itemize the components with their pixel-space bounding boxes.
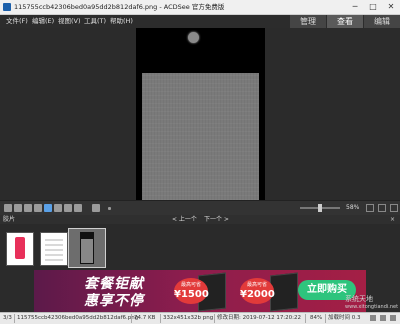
fullscreen-icon[interactable] <box>390 204 398 212</box>
menu-tools[interactable]: 工具(T) <box>84 15 106 28</box>
tab-edit[interactable]: 编辑 <box>364 15 400 28</box>
status-divider <box>14 314 15 323</box>
actual-size-icon[interactable] <box>378 204 386 212</box>
select-icon[interactable] <box>54 204 62 212</box>
status-filesize: 74.7 KB <box>134 315 156 321</box>
thumbnail-1-image <box>15 237 25 259</box>
hand-tool-icon[interactable] <box>44 204 52 212</box>
status-bar: 3/3 115755ccb42306bed0a95dd2b812daf6.png… <box>0 312 400 324</box>
displayed-image <box>136 28 265 200</box>
status-load-time: 加载时间 0.3 <box>328 315 361 321</box>
status-divider <box>160 314 161 323</box>
more-dot-icon[interactable] <box>108 207 111 210</box>
status-icon-1[interactable] <box>370 315 376 321</box>
color-icon[interactable] <box>92 204 100 212</box>
thumbnail-2[interactable] <box>40 232 68 266</box>
status-index: 3/3 <box>3 315 12 321</box>
ad-headline-2: 惠享不停 <box>84 293 144 309</box>
status-divider <box>131 314 132 323</box>
acdsee-app-icon <box>3 3 11 11</box>
badge-1-value: ¥1500 <box>174 289 209 300</box>
thumbnail-3-selected[interactable] <box>68 228 106 268</box>
status-icon-2[interactable] <box>380 315 386 321</box>
tab-view[interactable]: 查看 <box>327 15 363 28</box>
discount-badge-1: 最高可省 ¥1500 <box>174 278 209 304</box>
status-modified: 修改日期: 2019-07-12 17:20:22 <box>217 315 302 321</box>
badge-2-value: ¥2000 <box>240 289 275 300</box>
menu-help[interactable]: 帮助(H) <box>110 15 133 28</box>
slideshow-icon[interactable] <box>74 204 82 212</box>
menu-view[interactable]: 视图(V) <box>58 15 81 28</box>
filmstrip <box>0 224 400 270</box>
maximize-button[interactable]: □ <box>364 0 382 14</box>
next-button[interactable]: 下一个 > <box>204 215 229 224</box>
watermark-url: www.xitongtiandi.net <box>345 304 399 310</box>
filmstrip-close-button[interactable]: × <box>390 215 395 224</box>
thumbnail-2-image <box>45 237 63 261</box>
filmstrip-header: 胶片 < 上一个 下一个 > × <box>0 215 400 224</box>
zoom-icon[interactable] <box>64 204 72 212</box>
badge-2-caption: 最高可省 <box>246 282 267 288</box>
tab-manage[interactable]: 管理 <box>290 15 326 28</box>
minimize-button[interactable]: ─ <box>346 0 364 14</box>
close-button[interactable]: ✕ <box>382 0 400 14</box>
status-divider <box>214 314 215 323</box>
status-icon-3[interactable] <box>390 315 396 321</box>
zoom-level: 58% <box>346 204 360 211</box>
menu-edit[interactable]: 编辑(E) <box>32 15 54 28</box>
rotate-left-icon[interactable] <box>4 204 12 212</box>
badge-1-caption: 最高可省 <box>180 282 201 288</box>
ad-banner[interactable]: 套餐钜献 惠享不停 最高可省 ¥1500 最高可省 ¥2000 立即购买 <box>34 270 366 312</box>
fit-window-icon[interactable] <box>366 204 374 212</box>
previous-button[interactable]: < 上一个 <box>172 215 197 224</box>
filmstrip-label: 胶片 <box>3 216 16 223</box>
thumbnail-1[interactable] <box>6 232 34 266</box>
menu-file[interactable]: 文件(F) <box>6 15 28 28</box>
crop-icon[interactable] <box>24 204 32 212</box>
fit-icon[interactable] <box>34 204 42 212</box>
status-divider <box>305 314 306 323</box>
title-bar: 115755ccb42306bed0a95dd2b812daf6.png - A… <box>0 0 400 15</box>
status-zoom: 84% <box>310 315 323 321</box>
rotate-right-icon[interactable] <box>14 204 22 212</box>
window-title: 115755ccb42306bed0a95dd2b812daf6.png - A… <box>14 3 225 11</box>
thumbnail-3-gray <box>81 239 93 263</box>
image-viewer[interactable] <box>0 28 400 200</box>
status-divider <box>325 314 326 323</box>
camera-lens-shape <box>188 32 199 43</box>
status-dimensions: 332x451x32b png <box>163 315 214 321</box>
watermark-text: 系统天地 <box>345 295 373 303</box>
status-filename: 115755ccb42306bed0a95dd2b812daf6.png <box>17 315 139 321</box>
viewer-toolbar: 58% <box>0 200 400 215</box>
zoom-slider-thumb[interactable] <box>318 204 322 212</box>
app-window: 115755ccb42306bed0a95dd2b812daf6.png - A… <box>0 0 400 324</box>
discount-badge-2: 最高可省 ¥2000 <box>240 278 275 304</box>
gray-fabric-area <box>142 73 259 200</box>
